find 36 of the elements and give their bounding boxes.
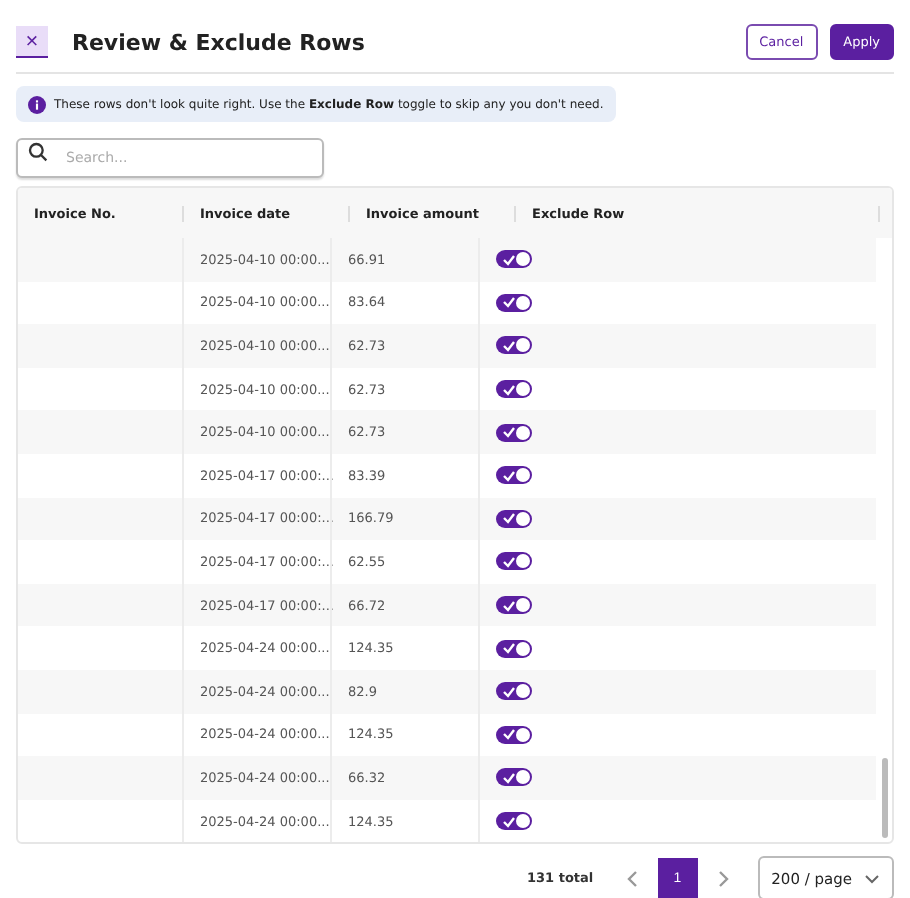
- check-icon: [502, 469, 516, 482]
- check-icon: [502, 383, 516, 396]
- dialog-title: Review & Exclude Rows: [72, 29, 365, 55]
- check-icon: [502, 426, 516, 439]
- toggle-switch[interactable]: [496, 250, 532, 269]
- toggle-switch[interactable]: [496, 336, 532, 355]
- toggle-switch[interactable]: [496, 552, 532, 571]
- info-icon: [28, 95, 46, 113]
- toggle-switch[interactable]: [496, 596, 532, 615]
- check-icon: [502, 728, 516, 741]
- check-icon: [502, 599, 516, 612]
- check-icon: [502, 555, 516, 568]
- check-icon: [502, 815, 516, 828]
- toggle-switch[interactable]: [496, 812, 532, 831]
- check-icon: [502, 296, 516, 309]
- toggle-switch[interactable]: [496, 682, 532, 701]
- next-page-icon[interactable]: [717, 869, 730, 888]
- check-icon: [502, 771, 516, 784]
- check-icon: [502, 642, 516, 655]
- check-icon: [502, 512, 516, 525]
- toggle-switch[interactable]: [496, 293, 532, 312]
- check-icon: [502, 685, 516, 698]
- toggle-switch[interactable]: [496, 509, 532, 528]
- check-icon: [502, 339, 516, 352]
- close-button[interactable]: ×: [16, 26, 48, 58]
- previous-page-icon[interactable]: [625, 869, 638, 888]
- toggle-switch[interactable]: [496, 639, 532, 658]
- toggle-switch[interactable]: [496, 380, 532, 399]
- toggle-switch[interactable]: [496, 423, 532, 442]
- toggle-switch[interactable]: [496, 466, 532, 485]
- check-icon: [502, 253, 516, 266]
- toggle-switch[interactable]: [496, 725, 532, 744]
- toggle-switch[interactable]: [496, 768, 532, 787]
- search-icon: [28, 142, 48, 162]
- chevron-down-icon: [864, 873, 880, 884]
- scrollbar[interactable]: [882, 758, 888, 838]
